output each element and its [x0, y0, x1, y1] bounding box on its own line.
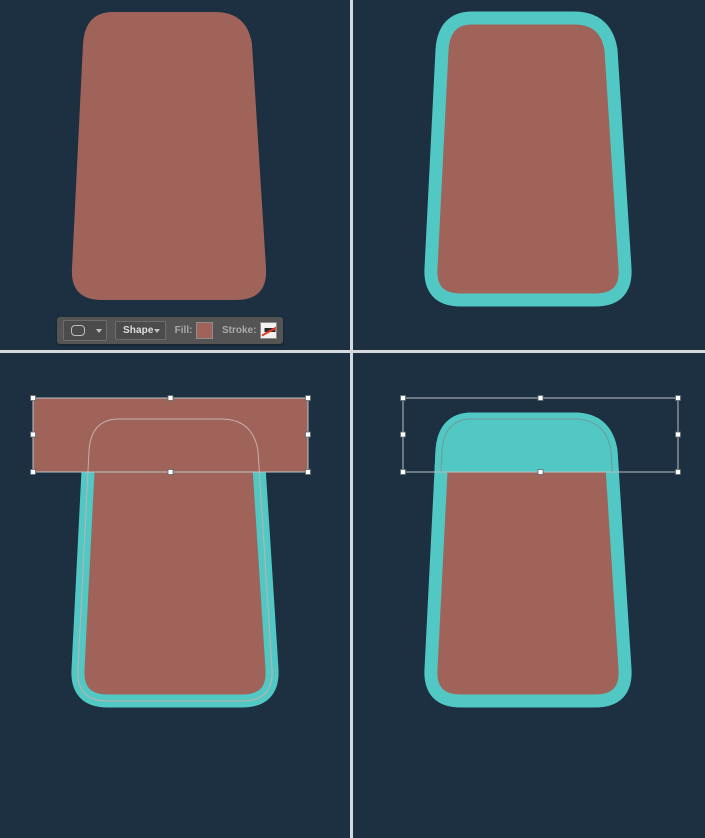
- handle-top-center[interactable]: [167, 395, 174, 401]
- stroke-none-swatch[interactable]: [260, 322, 277, 339]
- handle-bottom-center[interactable]: [167, 469, 174, 475]
- handle-top-right[interactable]: [675, 395, 681, 401]
- panel-step-4-subtract-result: [353, 353, 705, 838]
- panel-divider-horizontal: [0, 350, 705, 353]
- shape-tool-preset-picker[interactable]: [63, 320, 107, 341]
- handle-middle-left[interactable]: [30, 431, 36, 438]
- stroke-label: Stroke:: [222, 325, 257, 336]
- shape-tool-options-bar[interactable]: Shape Fill: Stroke:: [57, 317, 283, 344]
- panel-step-2-stroked-shape: [353, 0, 705, 350]
- shape-mode-value: Shape: [123, 325, 154, 336]
- handle-top-right[interactable]: [305, 395, 311, 401]
- canvas-step-1: [71, 12, 267, 300]
- handle-bottom-right[interactable]: [305, 469, 311, 475]
- handle-middle-right[interactable]: [305, 431, 311, 438]
- chevron-down-icon-preset[interactable]: [91, 320, 107, 341]
- cup-shape-stroked[interactable]: [424, 11, 632, 307]
- screenshot-stage: Shape Fill: Stroke:: [0, 0, 705, 838]
- canvas-step-4: [400, 395, 681, 708]
- handle-bottom-left[interactable]: [400, 469, 406, 475]
- handle-top-left[interactable]: [30, 395, 36, 401]
- handle-middle-left[interactable]: [400, 431, 406, 438]
- handle-bottom-right[interactable]: [675, 469, 681, 475]
- handle-bottom-left[interactable]: [30, 469, 36, 475]
- no-stroke-icon: [261, 326, 277, 337]
- fill-color-swatch[interactable]: [196, 322, 213, 339]
- panel-divider-vertical: [350, 0, 353, 838]
- handle-top-center[interactable]: [537, 395, 544, 401]
- subtract-rectangle[interactable]: [33, 398, 308, 472]
- cup-shape-fill[interactable]: [71, 12, 267, 300]
- rounded-rectangle-icon: [63, 320, 91, 341]
- panel-step-3-rectangle-over-shape: Rasterize LayersRasterize Layer StyleRas…: [0, 353, 350, 838]
- handle-middle-right[interactable]: [675, 431, 681, 438]
- handle-top-left[interactable]: [400, 395, 406, 401]
- shape-mode-select[interactable]: Shape: [115, 321, 166, 340]
- handle-bottom-center[interactable]: [537, 469, 544, 475]
- fill-label: Fill:: [174, 325, 193, 336]
- panel-step-1-filled-shape: Shape Fill: Stroke:: [0, 0, 350, 350]
- canvas-step-3: [30, 395, 311, 708]
- canvas-step-2: [424, 11, 632, 307]
- chevron-down-icon-mode: [153, 328, 160, 333]
